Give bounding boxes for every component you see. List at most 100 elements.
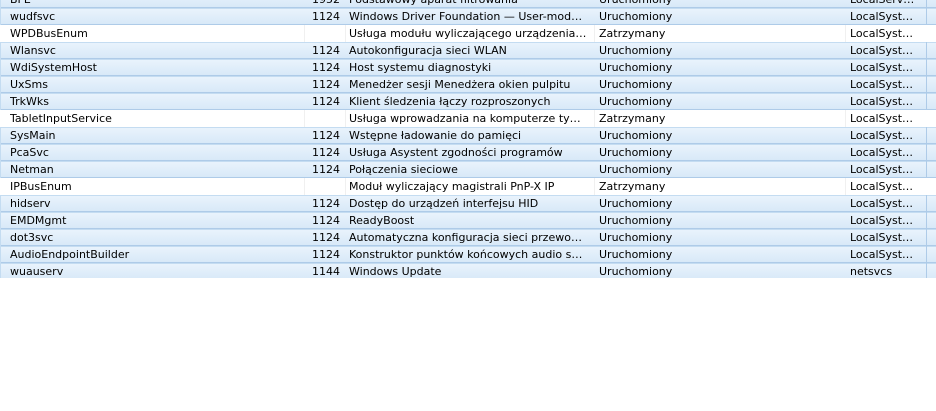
service-description: Moduł wyliczający magistrali PnP-X IP	[349, 180, 555, 193]
service-group: LocalSyste...	[850, 180, 916, 193]
service-pid: 1124	[312, 95, 340, 108]
service-description: Usługa Asystent zgodności programów	[349, 146, 563, 159]
service-name: WPDBusEnum	[10, 27, 88, 40]
service-description: Połączenia sieciowe	[349, 163, 458, 176]
service-status: Uruchomiony	[599, 248, 673, 261]
service-row[interactable]: dot3svc 1124 Automatyczna konfiguracja sie…	[0, 229, 936, 246]
service-name: UxSms	[10, 78, 48, 91]
service-pid: 1124	[312, 78, 340, 91]
service-status: Uruchomiony	[599, 61, 673, 74]
service-name: PcaSvc	[10, 146, 49, 159]
service-status: Uruchomiony	[599, 78, 673, 91]
service-pid: 1124	[312, 146, 340, 159]
service-row[interactable]: Netman 1124 Połączenia sieciowe Uruchomiony…	[0, 161, 936, 178]
service-group: netsvcs	[850, 265, 893, 278]
service-name: TabletInputService	[10, 112, 112, 125]
service-description: Windows Update	[349, 265, 442, 278]
service-name: BFE	[10, 0, 302, 7]
service-name: wudfsvc	[10, 10, 56, 23]
service-status: Uruchomiony	[599, 265, 673, 278]
service-status: Uruchomiony	[599, 214, 673, 227]
service-pid: 1124	[312, 163, 340, 176]
service-status: Uruchomiony	[599, 231, 673, 244]
service-description: Podstawowy aparat filtrowania	[349, 0, 587, 7]
service-pid: 1124	[312, 197, 340, 210]
service-group: LocalSyste...	[850, 163, 916, 176]
service-group: LocalSyste...	[850, 27, 916, 40]
service-status: Uruchomiony	[599, 44, 673, 57]
service-row[interactable]: Wlansvc 1124 Autokonfiguracja sieci WLAN Ur…	[0, 42, 936, 59]
services-rows: BFE 1952 Podstawowy aparat filtrowania Uruc…	[0, 0, 936, 278]
service-description: Menedżer sesji Menedżera okien pulpitu	[349, 78, 571, 91]
service-row[interactable]: UxSms 1124 Menedżer sesji Menedżera okien …	[0, 76, 936, 93]
services-list[interactable]: BFE 1952 Podstawowy aparat filtrowania Uruc…	[0, 0, 936, 278]
service-group: LocalSyste...	[850, 231, 916, 244]
service-name: IPBusEnum	[10, 180, 72, 193]
service-name: EMDMgmt	[10, 214, 67, 227]
service-status: Uruchomiony	[599, 146, 673, 159]
service-status: Uruchomiony	[599, 197, 673, 210]
service-description: Klient śledzenia łączy rozproszonych	[349, 95, 551, 108]
service-pid: 1124	[312, 248, 340, 261]
service-group: LocalSyste...	[850, 10, 916, 23]
service-description: Dostęp do urządzeń interfejsu HID	[349, 197, 539, 210]
service-status: Zatrzymany	[599, 27, 666, 40]
service-group: LocalSyste...	[850, 248, 916, 261]
service-row[interactable]: BFE 1952 Podstawowy aparat filtrowania Uruc…	[0, 0, 936, 8]
service-group: LocalSyste...	[850, 78, 916, 91]
service-name: wuauserv	[10, 265, 64, 278]
service-group: LocalSyste...	[850, 112, 916, 125]
service-status: Uruchomiony	[599, 10, 673, 23]
service-row[interactable]: TrkWks 1124 Klient śledzenia łączy rozpros…	[0, 93, 936, 110]
service-group: LocalSyste...	[850, 197, 916, 210]
service-group: LocalSyste...	[850, 129, 916, 142]
service-row[interactable]: IPBusEnum Moduł wyliczający magistrali Pn…	[0, 178, 936, 195]
service-description: ReadyBoost	[349, 214, 415, 227]
service-pid: 1124	[312, 44, 340, 57]
service-row[interactable]: WdiSystemHost 1124 Host systemu diagnostyk…	[0, 59, 936, 76]
service-pid: 1124	[312, 61, 340, 74]
service-row[interactable]: EMDMgmt 1124 ReadyBoost Uruchomiony LocalSys…	[0, 212, 936, 229]
service-group: LocalSyste...	[850, 61, 916, 74]
service-pid	[312, 178, 344, 195]
service-row[interactable]: wudfsvc 1124 Windows Driver Foundation — U…	[0, 8, 936, 25]
service-pid: 1124	[312, 231, 340, 244]
service-status: Uruchomiony	[599, 0, 835, 7]
service-row[interactable]: TabletInputService Usługa wprowadzania na…	[0, 110, 936, 127]
service-description: Usługa wprowadzania na komputerze typu T…	[349, 112, 587, 125]
service-group: LocalServic...	[850, 0, 916, 7]
service-pid	[312, 25, 344, 42]
service-description: Wstępne ładowanie do pamięci	[349, 129, 522, 142]
service-pid	[312, 110, 344, 127]
service-row[interactable]: hidserv 1124 Dostęp do urządzeń interfejsu…	[0, 195, 936, 212]
service-name: Wlansvc	[10, 44, 56, 57]
service-row[interactable]: PcaSvc 1124 Usługa Asystent zgodności prog…	[0, 144, 936, 161]
service-group: LocalSyste...	[850, 95, 916, 108]
service-row[interactable]: AudioEndpointBuilder 1124 Konstruktor punk…	[0, 246, 936, 263]
service-pid: 1124	[312, 10, 340, 23]
service-description: Usługa modułu wyliczającego urządzenia p…	[349, 27, 587, 40]
service-name: Netman	[10, 163, 54, 176]
service-description: Autokonfiguracja sieci WLAN	[349, 44, 507, 57]
service-description: Automatyczna konfiguracja sieci przewodo…	[349, 231, 587, 244]
service-name: dot3svc	[10, 231, 54, 244]
service-name: TrkWks	[10, 95, 49, 108]
service-description: Konstruktor punktów końcowych audio syst…	[349, 248, 587, 261]
service-group: LocalSyste...	[850, 214, 916, 227]
service-status: Uruchomiony	[599, 163, 673, 176]
service-name: hidserv	[10, 197, 51, 210]
service-name: SysMain	[10, 129, 56, 142]
service-row[interactable]: wuauserv 1144 Windows Update Uruchomiony net…	[0, 263, 936, 278]
service-row[interactable]: WPDBusEnum Usługa modułu wyliczającego ur…	[0, 25, 936, 42]
service-name: AudioEndpointBuilder	[10, 248, 130, 261]
service-row[interactable]: SysMain 1124 Wstępne ładowanie do pamięci U…	[0, 127, 936, 144]
service-group: LocalSyste...	[850, 44, 916, 57]
service-pid: 1952	[312, 0, 344, 7]
service-description: Windows Driver Foundation — User-mode Dr…	[349, 10, 587, 23]
service-name: WdiSystemHost	[10, 61, 97, 74]
service-status: Uruchomiony	[599, 95, 673, 108]
service-status: Zatrzymany	[599, 180, 666, 193]
service-group: LocalSyste...	[850, 146, 916, 159]
service-pid: 1124	[312, 214, 340, 227]
service-description: Host systemu diagnostyki	[349, 61, 492, 74]
